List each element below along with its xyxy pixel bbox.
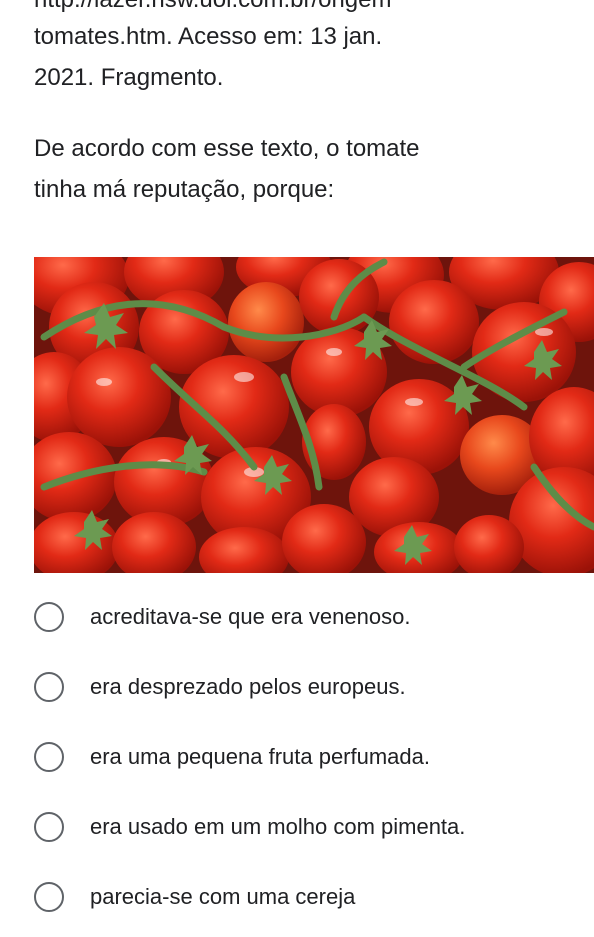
answer-option-2[interactable]: era desprezado pelos europeus. [34,667,574,707]
radio-button[interactable] [34,602,64,632]
radio-button[interactable] [34,882,64,912]
radio-button[interactable] [34,672,64,702]
answer-option-5[interactable]: parecia-se com uma cereja [34,877,574,917]
answer-option-label: era uma pequena fruta perfumada. [90,744,431,769]
source-citation-line-2: 2021. Fragmento. [34,64,224,91]
tomatoes-illustration [34,257,594,573]
source-citation-line-1: tomates.htm. Acesso em: 13 jan. [34,23,383,50]
answer-option-label: parecia-se com uma cereja [90,884,356,909]
tomatoes-photo [34,257,594,573]
answer-option-label: era desprezado pelos europeus. [90,674,406,699]
radio-button[interactable] [34,742,64,772]
answer-option-label: acreditava-se que era venenoso. [90,604,411,629]
question-line-2: tinha má reputação, porque: [34,176,335,203]
source-url-partial: http://lazer.hsw.uol.com.br/origem [34,0,594,14]
answer-option-label: era usado em um molho com pimenta. [90,814,466,839]
radio-button[interactable] [34,812,64,842]
question-line-1: De acordo com esse texto, o tomate [34,135,420,162]
answer-option-4[interactable]: era usado em um molho com pimenta. [34,807,574,847]
answer-option-1[interactable]: acreditava-se que era venenoso. [34,597,574,637]
answer-option-3[interactable]: era uma pequena fruta perfumada. [34,737,574,777]
